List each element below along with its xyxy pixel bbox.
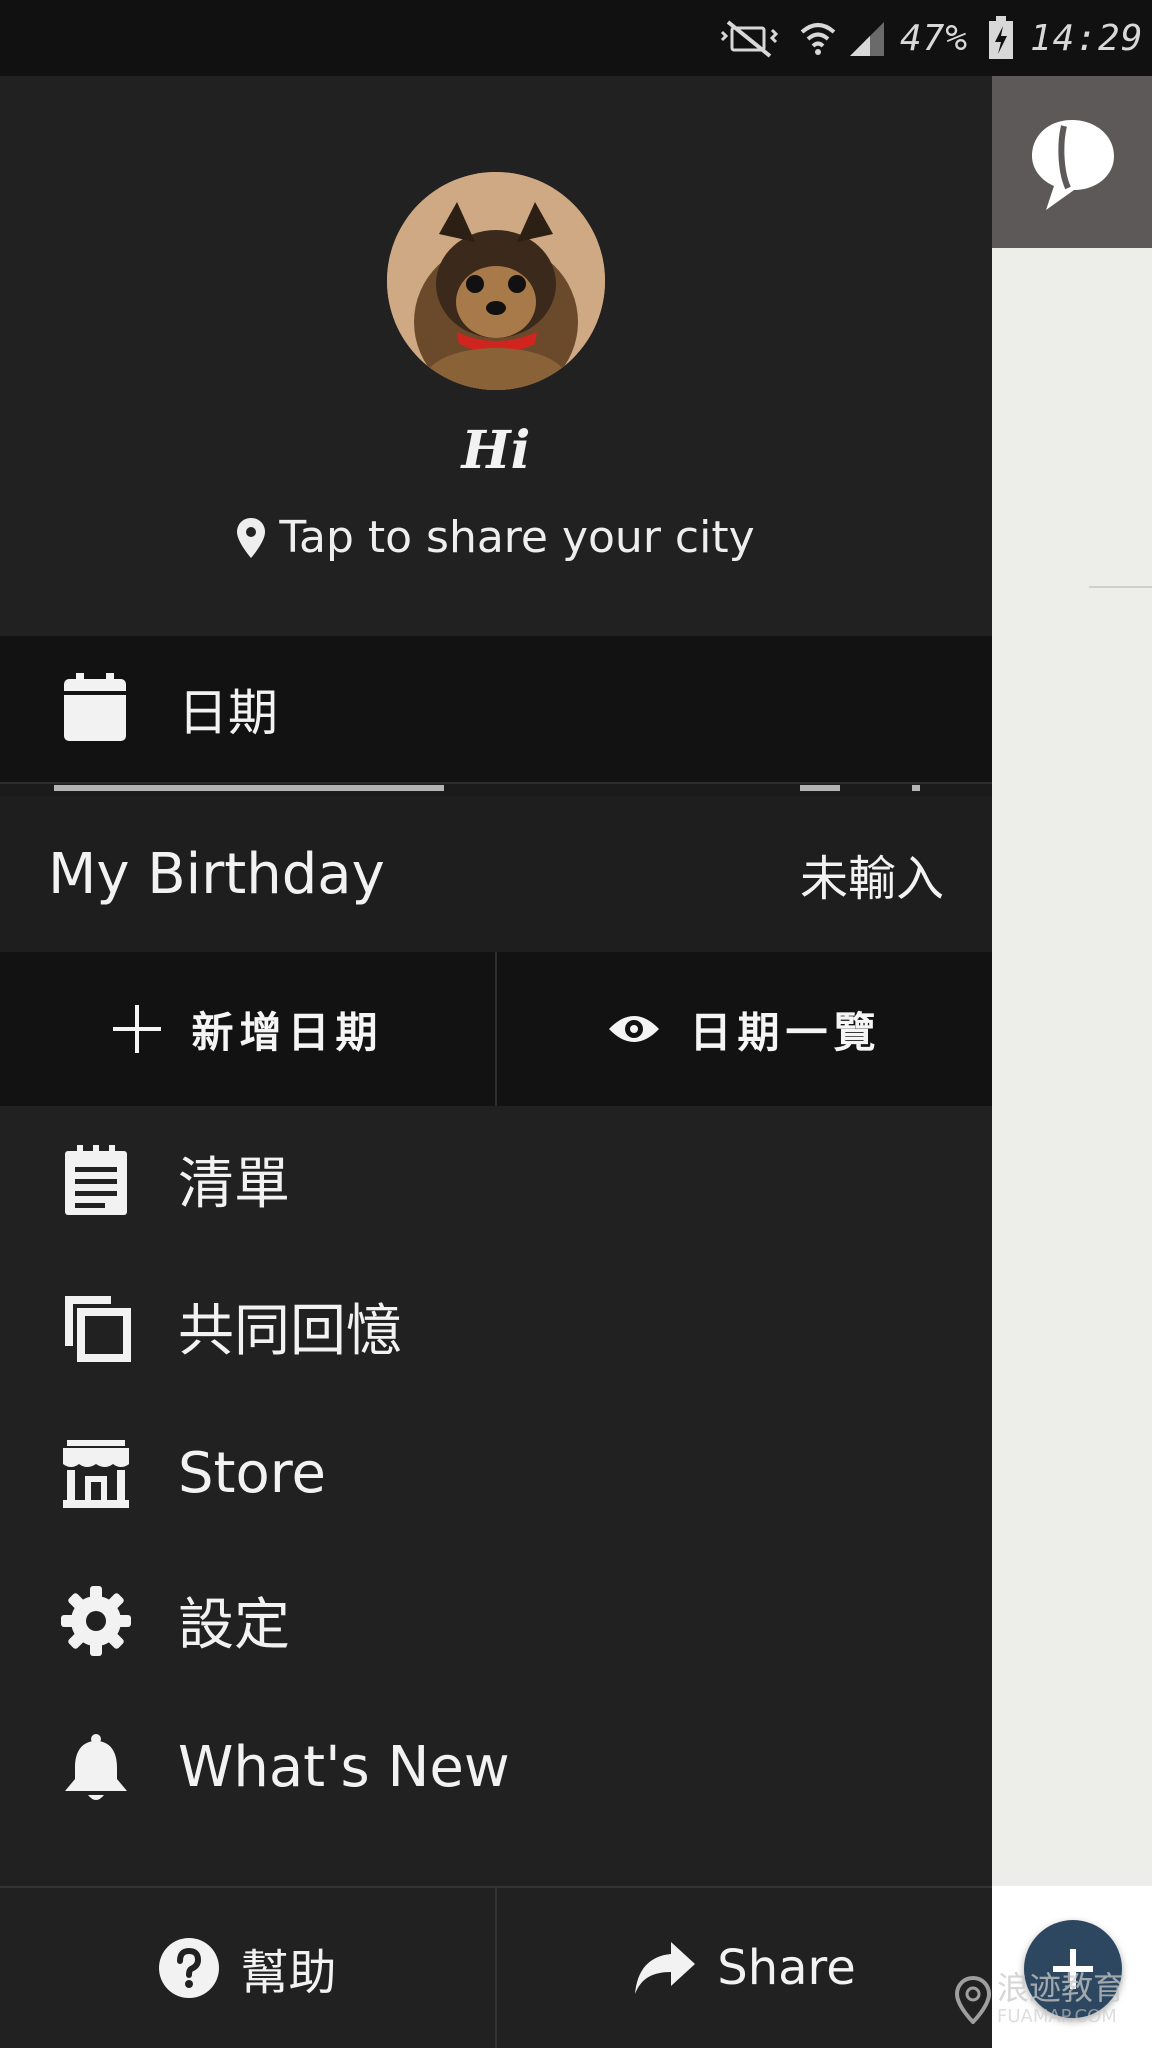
watermark: 浪迹教育 FUAMAP.COM — [955, 1972, 1125, 2027]
copy-icon — [60, 1291, 132, 1363]
menu-item-store[interactable]: Store — [0, 1400, 992, 1547]
help-icon — [159, 1938, 220, 1998]
gear-icon — [60, 1585, 132, 1657]
share-city-label: Tap to share your city — [279, 512, 755, 563]
calendar-icon — [64, 673, 126, 745]
watermark-sub: FUAMAP.COM — [997, 2006, 1117, 2027]
wifi-icon — [798, 0, 838, 76]
battery-charging-icon — [988, 0, 1014, 76]
menu-item-label: What's New — [178, 1735, 510, 1800]
dates-section-label: 日期 — [178, 684, 278, 742]
date-entry-value: 未輸入 — [799, 851, 944, 907]
menu-item-label: Store — [178, 1441, 327, 1506]
profile-header[interactable]: Hi Tap to share your city — [0, 76, 992, 636]
help-button[interactable]: 幫助 — [0, 1888, 495, 2048]
share-button[interactable]: Share — [495, 1888, 992, 2048]
divider — [1089, 586, 1152, 588]
date-actions: 新增日期 日期一覽 — [0, 952, 992, 1106]
drawer-menu: 清單 共同回憶 Store 設定 What's New — [0, 1106, 992, 1841]
menu-item-list[interactable]: 清單 — [0, 1106, 992, 1253]
mute-vibrate-icon — [718, 0, 780, 76]
greeting: Hi — [461, 420, 531, 481]
date-list-label: 日期一覽 — [689, 1007, 882, 1057]
store-icon — [60, 1438, 132, 1510]
watermark-text: 浪迹教育 — [997, 1969, 1126, 2007]
menu-item-label: 共同回憶 — [178, 1299, 402, 1364]
help-label: 幫助 — [240, 1945, 337, 2001]
avatar[interactable] — [387, 172, 605, 390]
menu-item-label: 設定 — [178, 1593, 290, 1658]
background-app — [992, 76, 1152, 2048]
scroll-clipped-row — [0, 782, 992, 796]
date-entry-name: My Birthday — [48, 841, 385, 907]
bell-icon — [60, 1732, 132, 1804]
background-app-header — [992, 76, 1152, 248]
dog-photo-icon — [387, 172, 605, 390]
add-date-label: 新增日期 — [191, 1007, 384, 1057]
date-list-button[interactable]: 日期一覽 — [495, 952, 992, 1106]
dates-section-header[interactable]: 日期 — [0, 636, 992, 782]
speech-bubble-logo-icon — [1032, 120, 1114, 210]
map-pin-watermark-icon — [955, 1975, 991, 2024]
add-date-button[interactable]: 新增日期 — [0, 952, 495, 1106]
drawer-bottom-bar: 幫助 Share — [0, 1886, 992, 2048]
share-city-link[interactable]: Tap to share your city — [0, 512, 992, 563]
menu-item-whats-new[interactable]: What's New — [0, 1694, 992, 1841]
share-arrow-icon — [635, 1942, 696, 1994]
date-entry-row[interactable]: My Birthday 未輸入 — [0, 796, 992, 952]
status-bar: 47% 14:29 — [0, 0, 1152, 76]
notepad-icon — [60, 1144, 132, 1216]
menu-item-label: 清單 — [178, 1152, 290, 1217]
location-pin-icon — [237, 517, 266, 558]
battery-percent: 47% — [900, 17, 969, 59]
signal-icon — [846, 0, 888, 76]
navigation-drawer: Hi Tap to share your city 日期 My Birthday… — [0, 76, 992, 2048]
menu-item-shared-memories[interactable]: 共同回憶 — [0, 1253, 992, 1400]
share-label: Share — [717, 1940, 856, 1996]
plus-icon — [113, 1005, 162, 1053]
clock: 14:29 — [1030, 17, 1144, 59]
eye-icon — [609, 1016, 660, 1042]
menu-item-settings[interactable]: 設定 — [0, 1547, 992, 1694]
